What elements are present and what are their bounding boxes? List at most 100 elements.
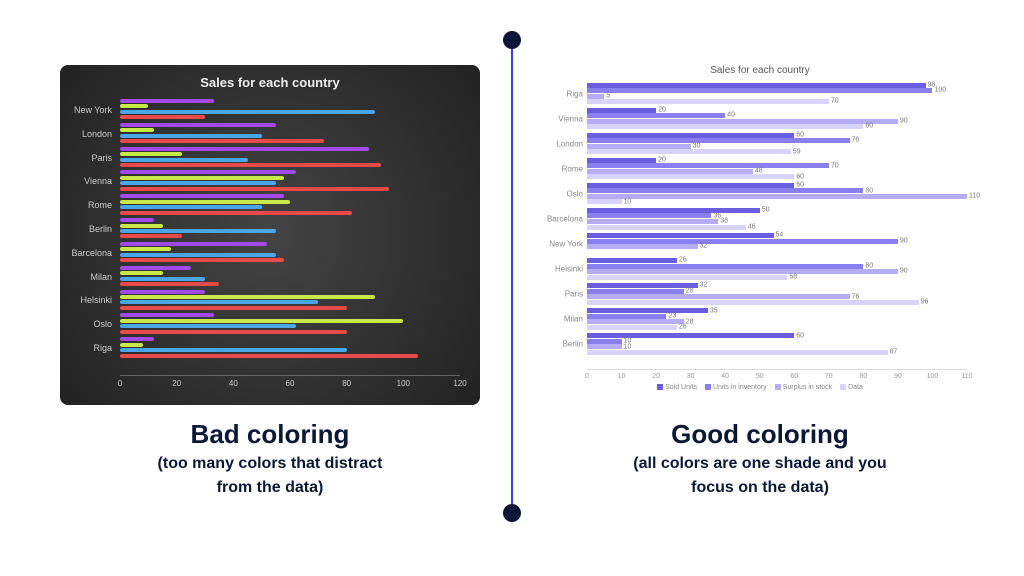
legend-swatch-icon	[840, 384, 846, 390]
good-chart-ylabel: Milan	[545, 315, 583, 324]
bad-chart-ylabel: Vienna	[84, 176, 112, 186]
good-chart-value-label: 80	[863, 123, 873, 130]
bad-chart-bar	[120, 300, 318, 304]
good-chart-value-label: 96	[919, 299, 929, 306]
right-panel: Sales for each country 01020304050607080…	[545, 65, 975, 498]
good-chart-value-label: 76	[850, 137, 860, 144]
good-chart-xtick: 100	[927, 373, 939, 380]
good-chart-bar	[587, 144, 691, 149]
good-chart-bar	[587, 219, 718, 224]
good-chart-xtick: 30	[687, 373, 695, 380]
bad-chart-bar	[120, 253, 276, 257]
good-chart-bar	[587, 264, 863, 269]
good-chart-ylabel: Rome	[545, 164, 583, 173]
good-chart-ylabel: Oslo	[545, 189, 583, 198]
bad-chart-bar	[120, 104, 148, 108]
good-chart-bar	[587, 83, 926, 88]
divider-line	[511, 40, 513, 510]
good-chart-bar	[587, 113, 725, 118]
good-chart-bar	[587, 124, 863, 129]
bad-chart-row	[120, 312, 460, 334]
good-chart-ylabel: Paris	[545, 290, 583, 299]
bad-chart-row	[120, 217, 460, 239]
bad-chart-bar	[120, 242, 267, 246]
good-chart-bar	[587, 239, 898, 244]
right-caption: Good coloring (all colors are one shade …	[545, 419, 975, 498]
bad-chart-xtick: 80	[342, 379, 351, 388]
good-chart-bar	[587, 275, 787, 280]
good-chart-ylabel: Helsinki	[545, 265, 583, 274]
bad-chart: Sales for each country New YorkLondonPar…	[60, 65, 480, 405]
bad-chart-ylabel: Oslo	[93, 319, 112, 329]
good-chart-bar	[587, 149, 791, 154]
good-chart-bar	[587, 169, 753, 174]
bad-chart-bar	[120, 99, 214, 103]
good-chart-bar	[587, 225, 746, 230]
good-chart-bar	[587, 194, 967, 199]
good-chart-bar	[587, 339, 622, 344]
bad-chart-bar	[120, 290, 205, 294]
good-chart-value-label: 26	[677, 324, 687, 331]
good-chart-row: Paris32287696	[587, 283, 967, 306]
left-caption-line1: (too many colors that distract	[60, 454, 480, 474]
bad-chart-ylabel: Milan	[90, 272, 112, 282]
bad-chart-bar	[120, 128, 154, 132]
bad-chart-bar	[120, 277, 205, 281]
right-caption-line2: focus on the data)	[545, 478, 975, 498]
bad-chart-bar	[120, 163, 381, 167]
good-chart-value-label: 46	[746, 223, 756, 230]
good-chart-ylabel: New York	[545, 240, 583, 249]
bad-chart-ylabel: Rome	[88, 200, 112, 210]
legend-swatch-icon	[705, 384, 711, 390]
good-chart-row: Rome20704860	[587, 157, 967, 180]
good-chart-bar	[587, 294, 850, 299]
bad-chart-xtick: 0	[118, 379, 122, 388]
bad-chart-row	[120, 265, 460, 287]
good-chart-value-label: 90	[898, 268, 908, 275]
good-chart-xtick: 110	[961, 373, 972, 380]
bad-chart-bar	[120, 295, 375, 299]
good-chart-value-label: 10	[622, 198, 632, 205]
bad-chart-ylabel: London	[82, 129, 112, 139]
good-chart-title: Sales for each country	[545, 65, 975, 76]
good-chart-xtick: 50	[756, 373, 764, 380]
good-chart-bar	[587, 99, 829, 104]
bad-chart-bar	[120, 134, 262, 138]
bad-chart-plot: New YorkLondonParisViennaRomeBerlinBarce…	[120, 96, 460, 376]
good-chart-ylabel: Vienna	[545, 114, 583, 123]
good-chart: Sales for each country 01020304050607080…	[545, 65, 975, 405]
left-caption-title: Bad coloring	[60, 419, 480, 450]
good-chart-value-label: 87	[888, 349, 898, 356]
good-chart-xtick: 10	[618, 373, 626, 380]
good-chart-value-label: 90	[898, 237, 908, 244]
good-chart-ylabel: London	[545, 139, 583, 148]
bad-chart-bar	[120, 234, 182, 238]
bad-chart-ylabel: Barcelona	[71, 248, 112, 258]
good-chart-legend: Sold UnitsUnits in inventorySurplus in s…	[545, 384, 975, 391]
bad-chart-xtick: 120	[453, 379, 466, 388]
bad-chart-bar	[120, 258, 284, 262]
bad-chart-xtick: 20	[172, 379, 181, 388]
bad-chart-bar	[120, 330, 347, 334]
good-chart-xtick: 90	[894, 373, 902, 380]
legend-swatch-icon	[657, 384, 663, 390]
bad-chart-bar	[120, 313, 214, 317]
bad-chart-bar	[120, 110, 375, 114]
good-chart-value-label: 59	[791, 148, 801, 155]
good-chart-row: Milan35232826	[587, 308, 967, 331]
good-chart-bar	[587, 283, 698, 288]
good-chart-row: Barcelona50363846	[587, 207, 967, 230]
good-chart-row: New York549032	[587, 233, 967, 256]
bad-chart-bar	[120, 218, 154, 222]
good-chart-xtick: 40	[721, 373, 729, 380]
good-chart-xtick: 80	[859, 373, 867, 380]
good-chart-value-label: 70	[829, 98, 839, 105]
good-chart-bar	[587, 319, 684, 324]
good-chart-bar	[587, 258, 677, 263]
bad-chart-bar	[120, 200, 290, 204]
good-chart-bar	[587, 233, 774, 238]
good-chart-xtick: 60	[790, 373, 798, 380]
bad-chart-ylabel: Berlin	[89, 224, 112, 234]
bad-chart-row	[120, 241, 460, 263]
comparison-figure: Sales for each country New YorkLondonPar…	[0, 0, 1024, 576]
